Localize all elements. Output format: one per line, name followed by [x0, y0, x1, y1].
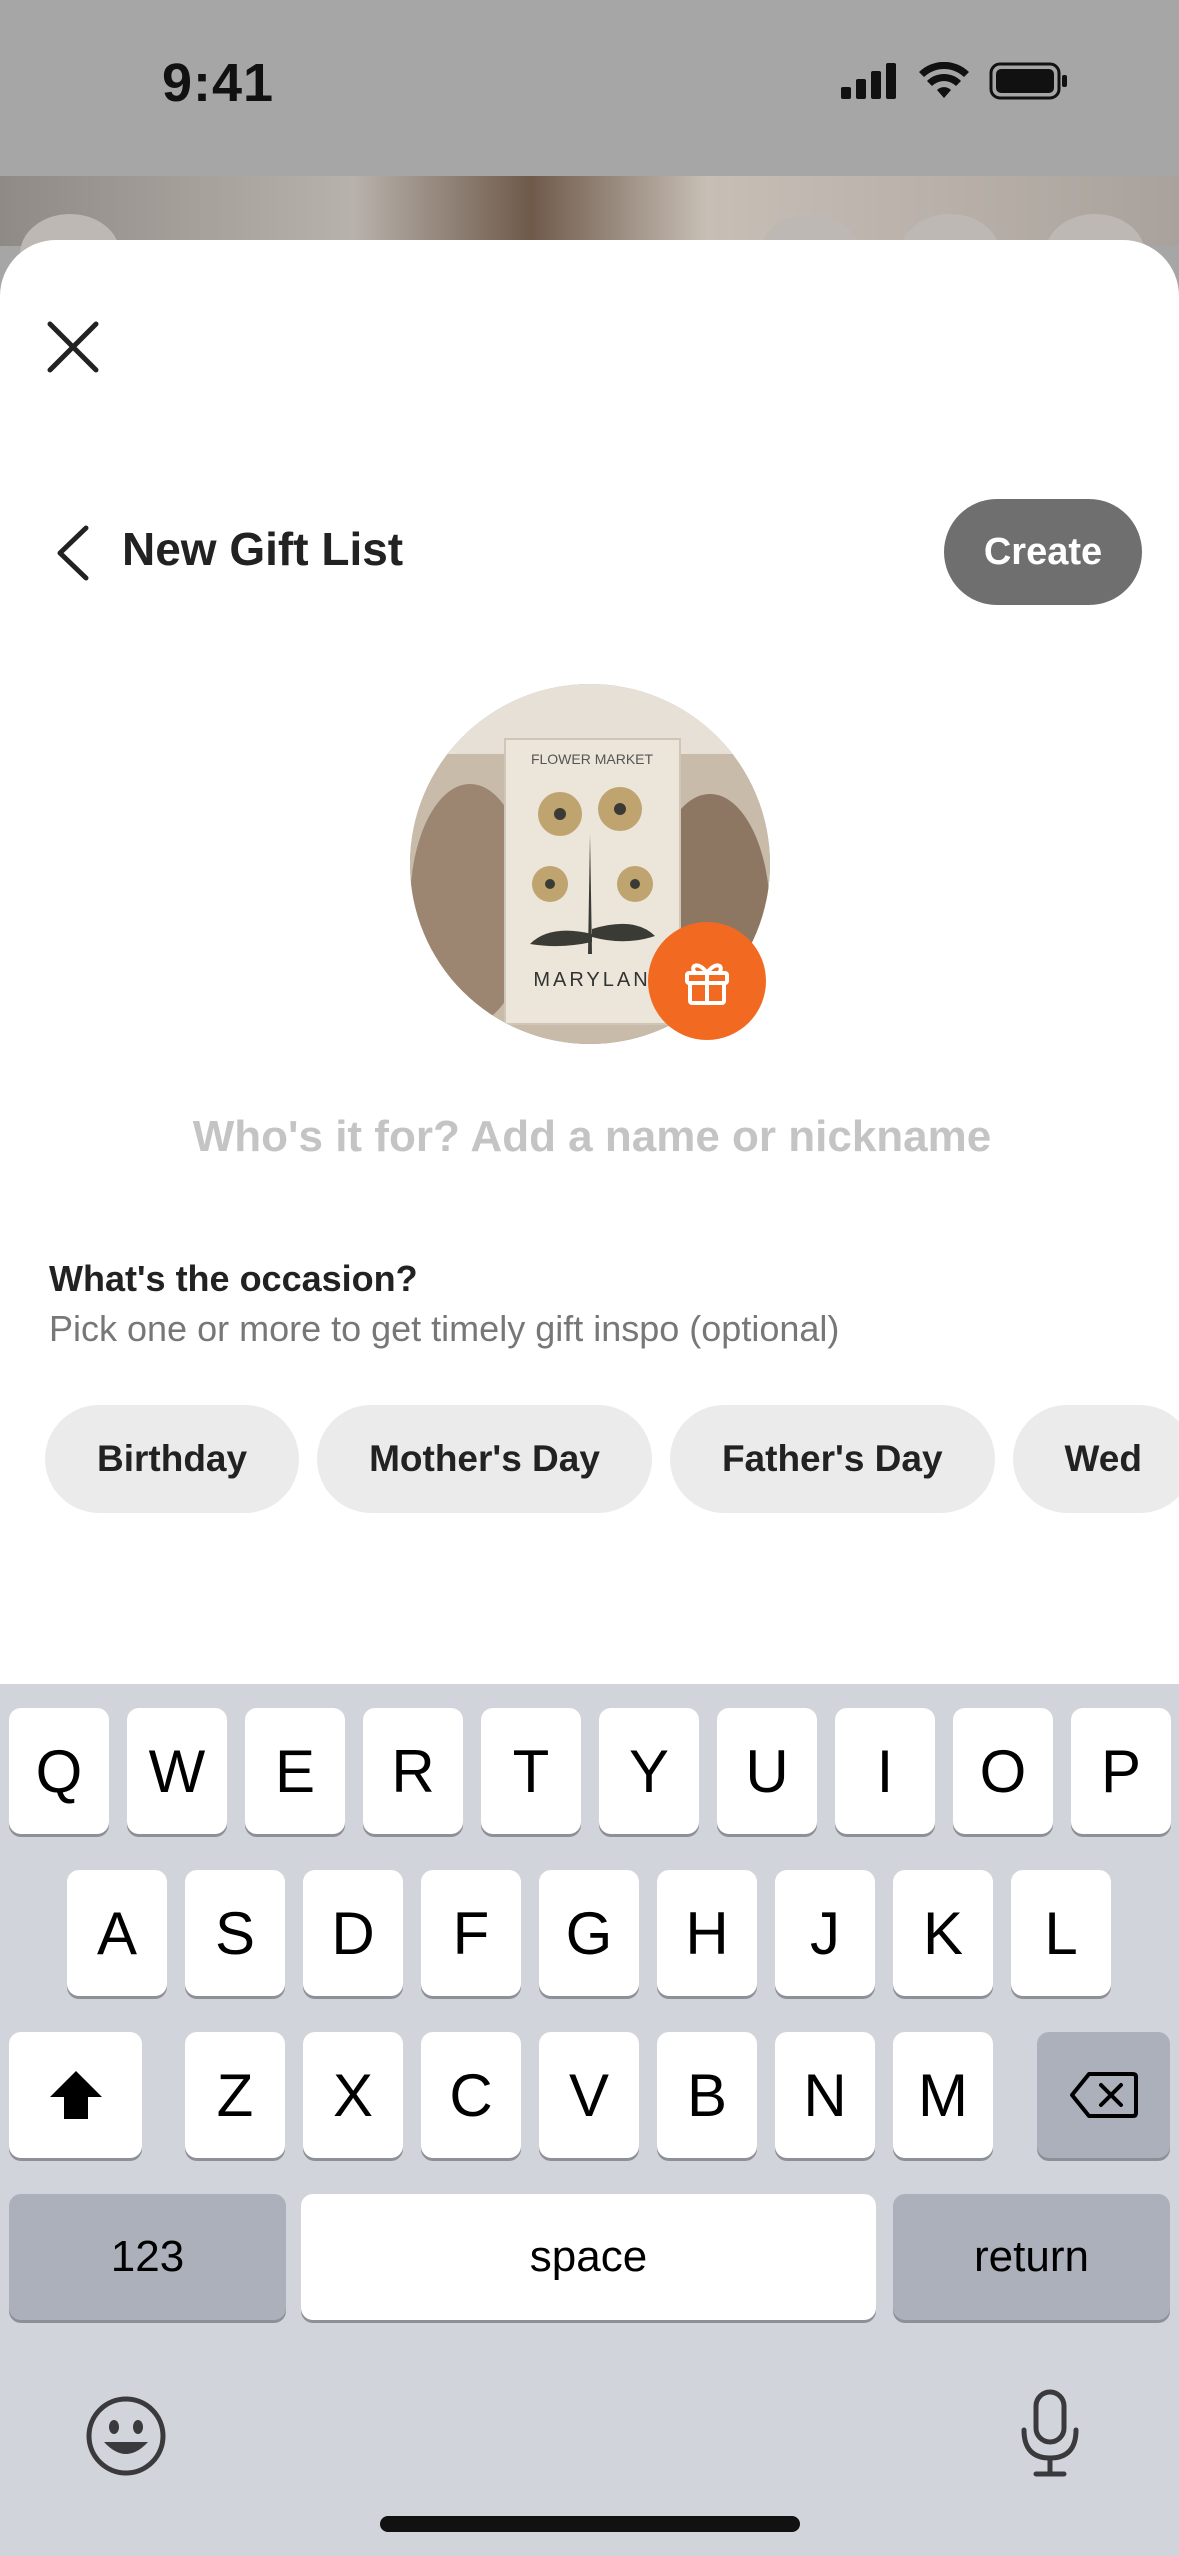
chip-mothers-day[interactable]: Mother's Day — [317, 1405, 652, 1513]
key-a[interactable]: A — [67, 1870, 167, 1996]
backspace-icon — [1069, 2072, 1138, 2118]
key-d[interactable]: D — [303, 1870, 403, 1996]
key-f[interactable]: F — [421, 1870, 521, 1996]
close-icon — [47, 321, 99, 373]
key-h[interactable]: H — [657, 1870, 757, 1996]
key-x[interactable]: X — [303, 2032, 403, 2158]
emoji-button[interactable] — [84, 2394, 168, 2478]
key-p[interactable]: P — [1071, 1708, 1171, 1834]
key-c[interactable]: C — [421, 2032, 521, 2158]
dictation-button[interactable] — [1016, 2388, 1084, 2480]
recipient-name-input[interactable] — [60, 1100, 1124, 1174]
key-o[interactable]: O — [953, 1708, 1053, 1834]
key-z[interactable]: Z — [185, 2032, 285, 2158]
delete-key[interactable] — [1037, 2032, 1170, 2158]
home-indicator — [380, 2516, 800, 2532]
microphone-icon — [1021, 2389, 1079, 2477]
poster-title: FLOWER MARKET — [531, 751, 654, 767]
shift-icon — [49, 2071, 102, 2119]
create-button[interactable]: Create — [944, 499, 1142, 605]
chevron-left-icon — [57, 525, 89, 581]
space-key[interactable]: space — [301, 2194, 876, 2320]
key-y[interactable]: Y — [599, 1708, 699, 1834]
cellular-signal-icon — [841, 63, 896, 99]
poster-caption: MARYLAN — [533, 969, 650, 991]
key-b[interactable]: B — [657, 2032, 757, 2158]
key-v[interactable]: V — [539, 2032, 639, 2158]
shift-key[interactable] — [9, 2032, 142, 2158]
key-m[interactable]: M — [893, 2032, 993, 2158]
numbers-key[interactable]: 123 — [9, 2194, 286, 2320]
key-l[interactable]: L — [1011, 1870, 1111, 1996]
status-time: 9:41 — [162, 53, 275, 113]
key-w[interactable]: W — [127, 1708, 227, 1834]
key-u[interactable]: U — [717, 1708, 817, 1834]
background-photo — [0, 176, 1179, 246]
key-t[interactable]: T — [481, 1708, 581, 1834]
chip-fathers-day[interactable]: Father's Day — [669, 1405, 995, 1513]
key-i[interactable]: I — [835, 1708, 935, 1834]
change-photo-button[interactable] — [648, 922, 766, 1040]
key-s[interactable]: S — [185, 1870, 285, 1996]
wifi-icon — [919, 62, 969, 98]
key-q[interactable]: Q — [9, 1708, 109, 1834]
key-n[interactable]: N — [775, 2032, 875, 2158]
status-bar: 9:41 — [0, 0, 1179, 176]
close-button[interactable] — [44, 318, 102, 376]
status-icons — [841, 62, 1069, 100]
occasion-chips: Birthday Mother's Day Father's Day Wed — [45, 1405, 1179, 1513]
occasion-subtitle: Pick one or more to get timely gift insp… — [49, 1308, 840, 1349]
key-e[interactable]: E — [245, 1708, 345, 1834]
key-r[interactable]: R — [363, 1708, 463, 1834]
key-j[interactable]: J — [775, 1870, 875, 1996]
chip-birthday[interactable]: Birthday — [45, 1405, 300, 1513]
gift-icon — [685, 963, 729, 1005]
key-g[interactable]: G — [539, 1870, 639, 1996]
page-title: New Gift List — [122, 523, 404, 575]
battery-icon — [989, 62, 1067, 100]
emoji-icon — [86, 2396, 166, 2476]
back-button[interactable] — [48, 522, 98, 584]
return-key[interactable]: return — [893, 2194, 1170, 2320]
occasion-heading: What's the occasion? — [49, 1258, 418, 1299]
chip-wedding[interactable]: Wed — [1012, 1405, 1179, 1513]
key-k[interactable]: K — [893, 1870, 993, 1996]
